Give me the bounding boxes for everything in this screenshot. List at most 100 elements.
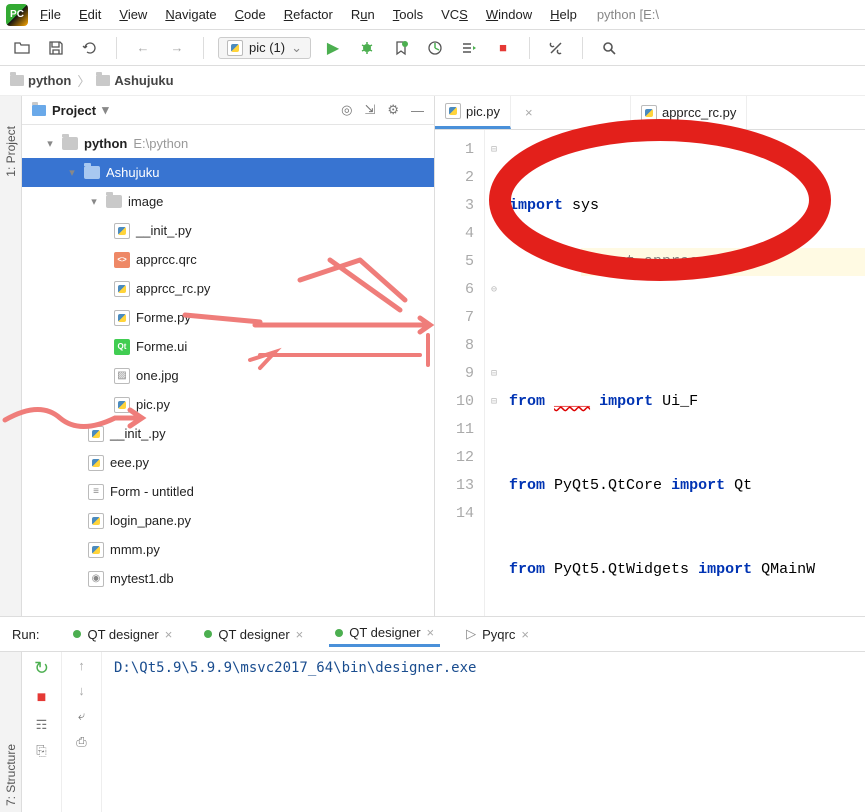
menu-code[interactable]: Code [229,3,272,26]
save-icon[interactable] [44,36,68,60]
status-dot-icon [73,630,81,638]
close-icon[interactable]: × [296,627,304,642]
run-icon[interactable]: ▶ [321,36,345,60]
chevron-down-icon: ⌄ [291,40,302,56]
chevron-down-icon: ▾ [88,195,100,208]
run-tab[interactable]: ▷Pyqrc× [460,622,535,646]
project-tree[interactable]: ▾ python E:\python ▾ Ashujuku ▾ image __… [22,125,434,616]
menu-run[interactable]: Run [345,3,381,26]
menu-file[interactable]: File [34,3,67,26]
layout-icon[interactable]: ☶ [36,717,48,733]
concurrency-icon[interactable] [457,36,481,60]
editor-area: pic.py × apprcc_rc.py 123456789101112131… [435,96,865,616]
run-tab[interactable]: QT designer× [329,621,440,647]
open-icon[interactable] [10,36,34,60]
tree-folder-ashujuku[interactable]: ▾ Ashujuku [22,158,434,187]
tree-file[interactable]: Forme.ui [22,332,434,361]
tree-label: Ashujuku [106,165,159,180]
editor-tab-label: pic.py [466,104,500,119]
debug-icon[interactable] [355,36,379,60]
tree-file[interactable]: login_pane.py [22,506,434,535]
tree-root-path: E:\python [133,136,188,151]
tree-file[interactable]: apprcc.qrc [22,245,434,274]
print-icon[interactable]: ⎙ [76,734,86,750]
close-icon[interactable]: × [165,627,173,642]
menu-refactor[interactable]: Refactor [278,3,339,26]
folder-icon [96,75,110,86]
tree-root-name: python [84,136,127,151]
menu-view[interactable]: View [113,3,153,26]
menu-edit[interactable]: Edit [73,3,107,26]
window-title-tail: python [E:\ [597,7,659,22]
tree-file[interactable]: Form - untitled [22,477,434,506]
tree-file[interactable]: Forme.py [22,303,434,332]
coverage-icon[interactable] [389,36,413,60]
run-tabs-bar: Run: QT designer× QT designer× QT design… [0,616,865,652]
editor-tab-hidden[interactable]: × [511,96,631,129]
run-tab[interactable]: QT designer× [67,623,178,646]
tree-file[interactable]: mytest1.db [22,564,434,593]
breadcrumb-child[interactable]: Ashujuku [96,73,173,88]
tree-label: image [128,194,163,209]
play-icon: ▷ [466,626,476,642]
stop-icon[interactable]: ■ [491,36,515,60]
gear-icon[interactable]: ⚙ [387,102,399,118]
run-label: Run: [12,627,39,642]
menu-window[interactable]: Window [480,3,538,26]
forward-icon[interactable]: → [165,36,189,60]
line-gutter: 1234567891011121314 [435,130,485,616]
menu-vcs[interactable]: VCS [435,3,474,26]
close-icon[interactable]: × [427,625,435,640]
tool-window-project-tab[interactable]: 1: Project [4,126,18,177]
tree-root[interactable]: ▾ python E:\python [22,129,434,158]
up-icon[interactable]: ↑ [78,658,85,673]
rerun-icon[interactable]: ↻ [34,658,49,679]
wrap-icon[interactable]: ⤶ [78,708,85,724]
editor-tab[interactable]: pic.py [435,96,511,129]
back-icon[interactable]: ← [131,36,155,60]
menu-navigate[interactable]: Navigate [159,3,222,26]
close-icon[interactable]: × [525,105,533,120]
menu-help[interactable]: Help [544,3,583,26]
run-tab[interactable]: QT designer× [198,623,309,646]
text-file-icon [88,484,104,500]
collapse-icon[interactable]: ⇲ [364,102,375,118]
run-config-selector[interactable]: pic (1) ⌄ [218,37,311,59]
target-icon[interactable]: ◎ [341,102,352,118]
main-toolbar: ← → pic (1) ⌄ ▶ ■ [0,30,865,66]
editor-tab[interactable]: apprcc_rc.py [631,96,747,129]
close-icon[interactable]: × [521,627,529,642]
profile-icon[interactable] [423,36,447,60]
tree-file[interactable]: pic.py [22,390,434,419]
fold-gutter[interactable]: ⊟⊖⊟⊟ [485,130,503,616]
settings-icon[interactable] [544,36,568,60]
python-file-icon [114,310,130,326]
project-icon [32,105,46,116]
python-file-icon [88,513,104,529]
status-dot-icon [204,630,212,638]
down-icon[interactable]: ↓ [78,683,85,698]
stop-icon[interactable]: ■ [37,689,47,707]
tool-window-structure-tab[interactable]: 7: Structure [4,744,18,806]
folder-icon [10,75,24,86]
tree-file[interactable]: one.jpg [22,361,434,390]
search-icon[interactable] [597,36,621,60]
tree-file[interactable]: apprcc_rc.py [22,274,434,303]
tree-folder-image[interactable]: ▾ image [22,187,434,216]
tree-file[interactable]: __init_.py [22,419,434,448]
breadcrumb-root[interactable]: python [10,73,71,88]
minimize-icon[interactable]: — [411,103,424,118]
tree-file[interactable]: eee.py [22,448,434,477]
pin-icon[interactable]: ⎘ [36,743,46,759]
python-file-icon [641,105,657,121]
code-content[interactable]: import sys import apprcc_rc from ____ im… [503,130,865,616]
code-editor[interactable]: 1234567891011121314 ⊟⊖⊟⊟ import sys impo… [435,130,865,616]
tree-file[interactable]: mmm.py [22,535,434,564]
run-output[interactable]: D:\Qt5.9\5.9.9\msvc2017_64\bin\designer.… [102,652,865,812]
refresh-icon[interactable] [78,36,102,60]
menu-tools[interactable]: Tools [387,3,429,26]
tree-file[interactable]: __init_.py [22,216,434,245]
image-file-icon [114,368,130,384]
chevron-down-icon[interactable]: ▾ [102,102,109,118]
project-pane-title: Project [52,103,96,118]
